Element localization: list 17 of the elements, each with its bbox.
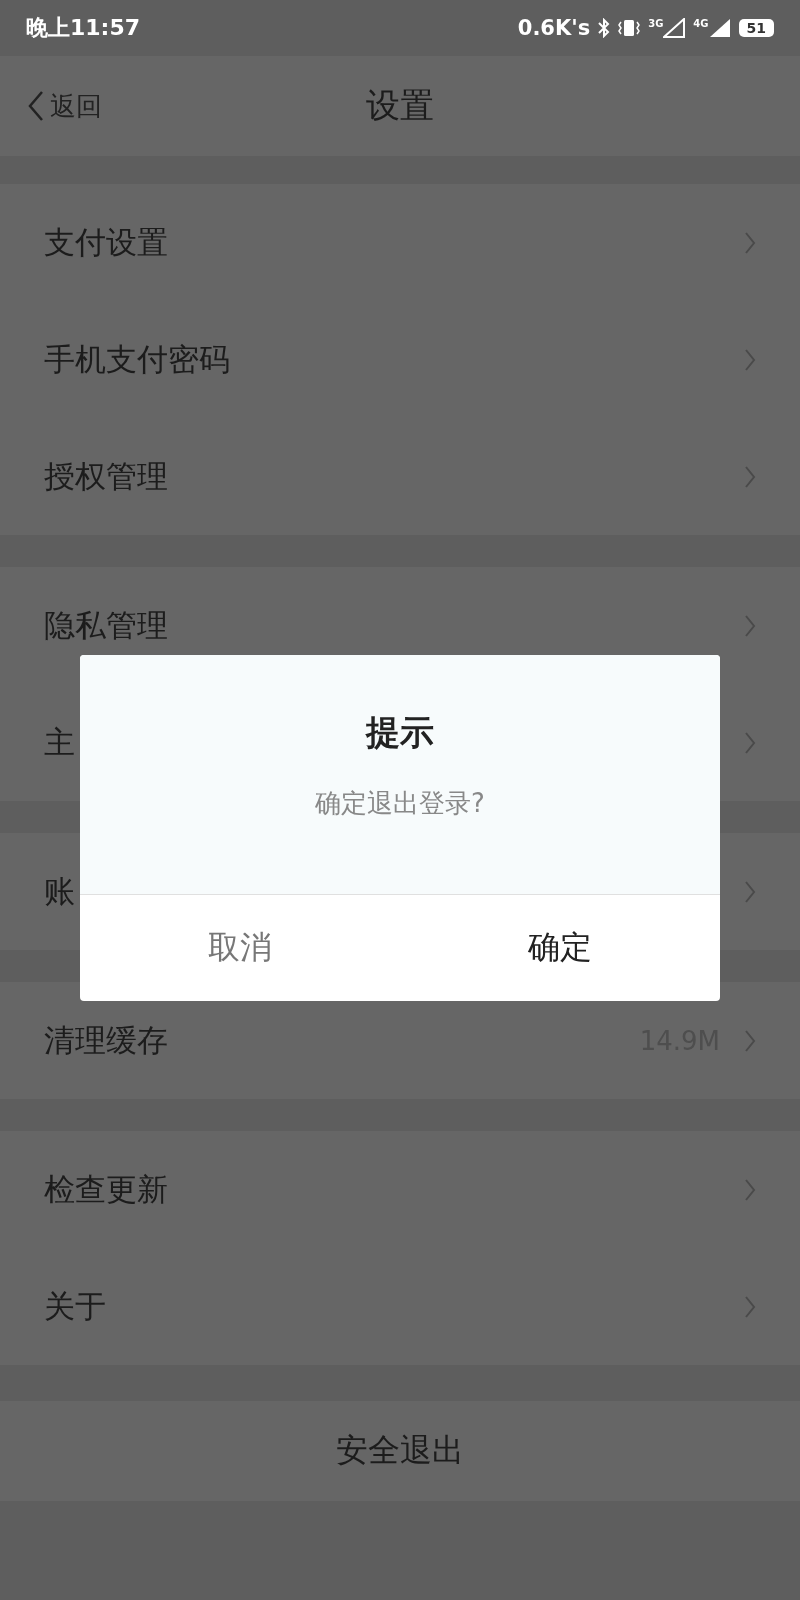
row-label: 账	[44, 871, 75, 911]
row-label: 主	[44, 722, 75, 762]
network-type: 4G	[693, 18, 709, 29]
network-type: 3G	[648, 18, 664, 29]
network-speed: 0.6K's	[517, 16, 591, 40]
row-label: 授权管理	[44, 456, 168, 496]
page-title: 设置	[366, 84, 434, 127]
row-label: 清理缓存	[44, 1020, 168, 1060]
row-label: 支付设置	[44, 222, 168, 262]
dialog-message: 确定退出登录?	[315, 787, 485, 820]
battery-indicator: 51	[738, 19, 774, 37]
row-label: 手机支付密码	[44, 339, 230, 379]
dialog-title: 提示	[366, 711, 434, 754]
row-label: 关于	[44, 1286, 106, 1326]
status-time: 晚上11:57	[26, 14, 141, 42]
row-label: 检查更新	[44, 1169, 168, 1209]
row-label: 隐私管理	[44, 605, 168, 645]
